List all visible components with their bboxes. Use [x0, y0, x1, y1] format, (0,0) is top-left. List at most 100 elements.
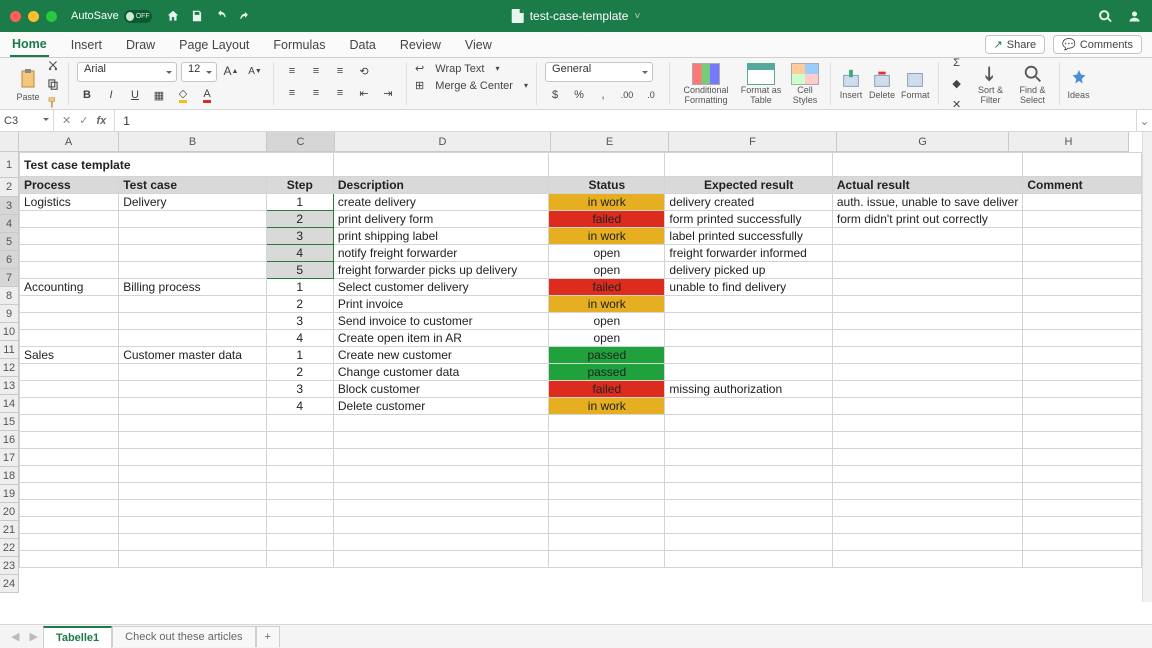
bold-button[interactable]: B	[77, 86, 97, 104]
tab-formulas[interactable]: Formulas	[271, 34, 327, 56]
cell[interactable]	[665, 500, 832, 517]
cell[interactable]	[266, 534, 333, 551]
cell[interactable]: form didn't print out correctly	[832, 211, 1022, 228]
add-sheet-button[interactable]: +	[256, 626, 280, 647]
cell[interactable]	[549, 551, 665, 568]
cell[interactable]	[549, 153, 665, 177]
cell[interactable]: label printed successfully	[665, 228, 832, 245]
cell[interactable]	[20, 551, 119, 568]
cell[interactable]: create delivery	[333, 194, 548, 211]
merge-icon[interactable]: ⊞	[415, 79, 424, 92]
autosave-toggle[interactable]: AutoSave OFF	[71, 10, 152, 23]
cell[interactable]	[832, 296, 1022, 313]
merge-center-button[interactable]: Merge & Center	[435, 80, 513, 92]
cell[interactable]: print shipping label	[333, 228, 548, 245]
row-header[interactable]: 4	[0, 215, 19, 233]
cell[interactable]: Print invoice	[333, 296, 548, 313]
home-icon[interactable]	[166, 9, 180, 23]
cell[interactable]	[832, 517, 1022, 534]
cell[interactable]	[1023, 364, 1142, 381]
cell[interactable]	[549, 534, 665, 551]
cell[interactable]: open	[549, 245, 665, 262]
cell[interactable]: Delivery	[119, 194, 266, 211]
cell[interactable]: notify freight forwarder	[333, 245, 548, 262]
comma-icon[interactable]: ,	[593, 86, 613, 104]
column-header-D[interactable]: D	[335, 132, 551, 152]
cell[interactable]: unable to find delivery	[665, 279, 832, 296]
row-header[interactable]: 20	[0, 503, 19, 521]
row-header[interactable]: 6	[0, 251, 19, 269]
cell[interactable]	[266, 517, 333, 534]
cell[interactable]	[549, 449, 665, 466]
increase-decimal-icon[interactable]: .00	[617, 86, 637, 104]
cell[interactable]: failed	[549, 211, 665, 228]
row-header[interactable]: 12	[0, 359, 19, 377]
fill-icon[interactable]: ◆	[947, 75, 967, 93]
cell[interactable]	[832, 551, 1022, 568]
wrap-text-button[interactable]: Wrap Text	[435, 63, 484, 75]
cell[interactable]	[119, 262, 266, 279]
cell[interactable]	[1023, 415, 1142, 432]
cell[interactable]	[665, 534, 832, 551]
cell[interactable]	[1023, 432, 1142, 449]
cell[interactable]	[333, 500, 548, 517]
wrap-text-icon[interactable]: ↩	[415, 62, 424, 75]
cell[interactable]	[832, 534, 1022, 551]
tab-home[interactable]: Home	[10, 33, 49, 57]
cell[interactable]	[333, 517, 548, 534]
cell[interactable]: print delivery form	[333, 211, 548, 228]
cell[interactable]	[1023, 194, 1142, 211]
align-center-icon[interactable]: ≡	[306, 84, 326, 102]
cell[interactable]	[1023, 245, 1142, 262]
cell[interactable]: in work	[549, 194, 665, 211]
cell[interactable]	[1023, 449, 1142, 466]
cell[interactable]	[665, 551, 832, 568]
font-name-select[interactable]: Arial	[77, 62, 177, 82]
cell[interactable]: Send invoice to customer	[333, 313, 548, 330]
sheet-tab-active[interactable]: Tabelle1	[43, 626, 112, 648]
cell[interactable]: passed	[549, 364, 665, 381]
cell[interactable]	[665, 517, 832, 534]
row-header[interactable]: 2	[0, 178, 19, 197]
cell[interactable]	[20, 313, 119, 330]
tab-review[interactable]: Review	[398, 34, 443, 56]
cell[interactable]	[832, 262, 1022, 279]
cell[interactable]: open	[549, 262, 665, 279]
cell[interactable]: 2	[266, 211, 333, 228]
cell[interactable]	[20, 432, 119, 449]
formula-input[interactable]: 1	[115, 114, 1136, 128]
cell[interactable]: auth. issue, unable to save deliver	[832, 194, 1022, 211]
cell[interactable]: passed	[549, 347, 665, 364]
column-header-H[interactable]: H	[1009, 132, 1129, 152]
sort-filter-button[interactable]: Sort & Filter	[973, 63, 1009, 105]
paste-icon[interactable]	[16, 66, 40, 92]
collapse-formula-bar-icon[interactable]: ⌄	[1136, 110, 1152, 131]
cell[interactable]: in work	[549, 296, 665, 313]
cell[interactable]	[1023, 483, 1142, 500]
cell[interactable]	[119, 330, 266, 347]
cell[interactable]	[832, 381, 1022, 398]
row-header[interactable]: 1	[0, 152, 19, 178]
insert-cells-button[interactable]: Insert	[839, 68, 863, 100]
copy-icon[interactable]	[46, 77, 60, 91]
cell[interactable]	[832, 500, 1022, 517]
cell[interactable]	[1023, 466, 1142, 483]
find-select-button[interactable]: Find & Select	[1015, 63, 1051, 105]
cell[interactable]	[266, 466, 333, 483]
cell[interactable]	[119, 551, 266, 568]
cell[interactable]	[119, 415, 266, 432]
cut-icon[interactable]	[46, 58, 60, 72]
align-left-icon[interactable]: ≡	[282, 84, 302, 102]
cell[interactable]	[549, 483, 665, 500]
cell[interactable]	[119, 228, 266, 245]
cell[interactable]: Logistics	[20, 194, 119, 211]
fx-icon[interactable]: fx	[96, 115, 106, 127]
cell[interactable]	[333, 153, 548, 177]
cell[interactable]	[266, 449, 333, 466]
cell[interactable]	[119, 466, 266, 483]
autosum-icon[interactable]: Σ	[947, 54, 967, 72]
cell[interactable]: 5	[266, 262, 333, 279]
cell[interactable]	[119, 364, 266, 381]
cell[interactable]	[832, 313, 1022, 330]
cell[interactable]	[832, 228, 1022, 245]
